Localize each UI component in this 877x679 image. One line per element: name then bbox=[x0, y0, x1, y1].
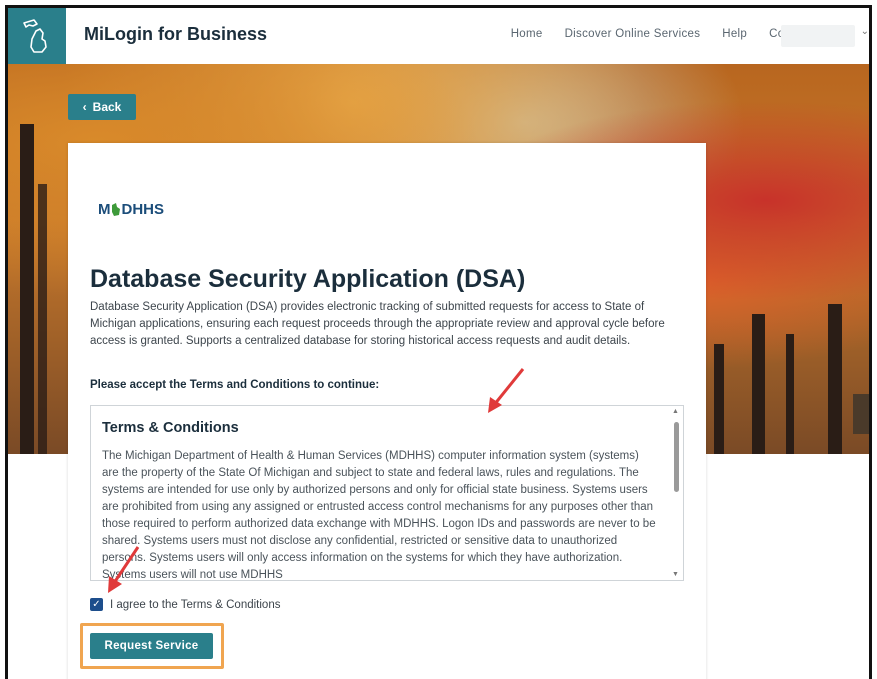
site-header: MiLogin for Business Home Discover Onlin… bbox=[8, 8, 869, 65]
app-title: MiLogin for Business bbox=[84, 24, 268, 44]
service-card: M DHHS Database Security Application (DS… bbox=[68, 143, 706, 679]
nav-help[interactable]: Help bbox=[722, 28, 747, 40]
terms-scrollbar[interactable]: ▲ ▼ bbox=[671, 408, 681, 578]
annotation-arrow-checkbox bbox=[108, 546, 140, 593]
accept-prompt: Please accept the Terms and Conditions t… bbox=[90, 379, 380, 391]
page-title: Database Security Application (DSA) bbox=[90, 265, 526, 293]
michigan-leaf-icon bbox=[111, 202, 120, 216]
michigan-logo[interactable] bbox=[8, 8, 66, 64]
chevron-left-icon: ‹ bbox=[82, 100, 87, 114]
mdhhs-logo: M DHHS bbox=[98, 201, 165, 218]
chevron-down-icon[interactable]: ⌄ bbox=[861, 26, 869, 37]
annotation-arrow-terms bbox=[488, 368, 525, 413]
request-service-button[interactable]: Request Service bbox=[90, 633, 213, 659]
nav-home[interactable]: Home bbox=[511, 28, 543, 40]
browser-frame: MiLogin for Business Home Discover Onlin… bbox=[5, 5, 872, 679]
scroll-down-icon[interactable]: ▼ bbox=[672, 571, 679, 578]
scroll-up-icon[interactable]: ▲ bbox=[672, 408, 679, 415]
terms-scroll-box[interactable]: Terms & Conditions The Michigan Departme… bbox=[90, 405, 684, 581]
terms-body: The Michigan Department of Health & Huma… bbox=[102, 450, 656, 581]
terms-title: Terms & Conditions bbox=[102, 420, 239, 436]
michigan-state-icon bbox=[23, 19, 47, 53]
scroll-thumb[interactable] bbox=[674, 422, 679, 492]
mdhhs-logo-text: DHHS bbox=[121, 201, 165, 218]
service-description: Database Security Application (DSA) prov… bbox=[90, 301, 665, 347]
nav-discover-online-services[interactable]: Discover Online Services bbox=[565, 28, 701, 40]
user-menu[interactable] bbox=[781, 25, 855, 47]
back-label: Back bbox=[92, 100, 122, 114]
back-button[interactable]: ‹ Back bbox=[68, 94, 136, 120]
